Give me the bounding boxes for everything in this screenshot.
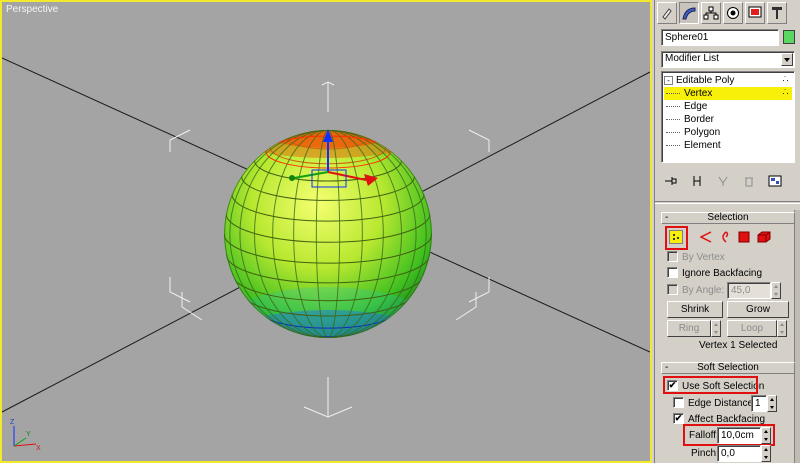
panel-scrollbar[interactable] <box>794 210 800 463</box>
edge-distance-checkbox[interactable] <box>673 396 684 408</box>
hierarchy-tab[interactable] <box>701 2 721 24</box>
stack-item-polygon[interactable]: Polygon <box>664 126 720 139</box>
pin-stack-icon[interactable] <box>663 174 679 188</box>
collapse-icon[interactable]: - <box>664 75 673 85</box>
utilities-icon <box>772 7 782 19</box>
app-window: Perspective Z X Y Sphere01 Modifier List… <box>0 0 800 463</box>
by-angle-checkbox[interactable] <box>667 283 678 295</box>
make-unique-icon[interactable] <box>715 174 731 188</box>
shrink-button[interactable]: Shrink <box>667 301 723 318</box>
edge-distance-spinner[interactable] <box>767 395 777 412</box>
pinch-label: Pinch: <box>691 448 719 459</box>
display-icon <box>748 6 762 18</box>
highlight-falloff <box>683 424 775 446</box>
object-color-swatch[interactable] <box>783 30 795 44</box>
loop-button[interactable]: Loop <box>727 320 777 337</box>
chevron-down-icon[interactable] <box>781 53 793 66</box>
separator <box>655 201 800 204</box>
object-name-field[interactable]: Sphere01 <box>661 29 779 46</box>
modifier-list-label: Modifier List <box>665 53 719 64</box>
stack-item-edge[interactable]: Edge <box>664 100 707 113</box>
stack-item-element[interactable]: Element <box>664 139 721 152</box>
border-mode-icon[interactable] <box>717 230 731 244</box>
by-vertex-row[interactable]: By Vertex <box>667 250 725 265</box>
display-tab[interactable] <box>745 2 765 24</box>
edge-distance-row[interactable]: Edge Distance: <box>673 396 756 411</box>
sub-object-dots-icon: ·˙· <box>782 88 789 98</box>
stack-toolbar <box>663 174 783 188</box>
modifier-stack[interactable]: - Editable Poly ·˙· Vertex ·˙· Edge Borde… <box>661 71 795 163</box>
edge-distance-input[interactable]: 1 <box>751 395 767 412</box>
stack-item-editable-poly[interactable]: - Editable Poly ·˙· <box>664 74 792 87</box>
remove-modifier-icon[interactable] <box>741 174 757 188</box>
viewport-label[interactable]: Perspective <box>6 4 58 15</box>
polygon-mode-icon[interactable] <box>737 230 751 244</box>
svg-text:Z: Z <box>10 419 15 426</box>
by-angle-input[interactable]: 45,0 <box>727 282 771 299</box>
stack-item-border[interactable]: Border <box>664 113 714 126</box>
by-vertex-checkbox[interactable] <box>667 250 678 262</box>
soft-selection-rollout-title[interactable]: - Soft Selection <box>661 362 795 374</box>
edge-mode-icon[interactable] <box>699 230 713 244</box>
ignore-backfacing-checkbox[interactable] <box>667 266 678 278</box>
by-angle-spinner[interactable] <box>771 282 781 299</box>
highlight-vertex-mode <box>665 226 688 250</box>
motion-tab[interactable] <box>723 2 743 24</box>
pinch-input[interactable]: 0,0 <box>717 445 761 462</box>
selection-rollout-title[interactable]: - Selection <box>661 212 795 224</box>
sub-object-dots-icon: ·˙· <box>782 75 789 85</box>
viewport-scene[interactable] <box>2 2 650 461</box>
configure-modifier-sets-icon[interactable] <box>767 174 783 188</box>
pinch-spinner[interactable] <box>761 445 771 462</box>
svg-text:X: X <box>36 445 41 452</box>
loop-spinner[interactable] <box>777 320 787 337</box>
stack-item-vertex[interactable]: Vertex ·˙· <box>664 87 792 100</box>
element-mode-icon[interactable] <box>757 230 771 244</box>
ring-button[interactable]: Ring <box>667 320 711 337</box>
modifier-list-dropdown[interactable]: Modifier List <box>661 51 795 68</box>
modify-tab[interactable] <box>679 2 699 24</box>
command-panel-tabs <box>657 2 787 24</box>
command-panel: Sphere01 Modifier List - Editable Poly ·˙… <box>654 0 800 463</box>
show-end-result-icon[interactable] <box>689 174 705 188</box>
create-icon <box>662 8 672 20</box>
ignore-backfacing-row[interactable]: Ignore Backfacing <box>667 266 762 281</box>
ring-spinner[interactable] <box>711 320 721 337</box>
hierarchy-icon <box>703 6 719 20</box>
by-angle-row[interactable]: By Angle: <box>667 283 724 298</box>
highlight-use-soft-selection <box>663 376 758 394</box>
svg-text:Y: Y <box>26 431 31 438</box>
motion-icon <box>727 7 739 19</box>
utilities-tab[interactable] <box>767 2 787 24</box>
affect-backfacing-checkbox[interactable]: ✔ <box>673 412 684 424</box>
world-axis-gizmo: Z X Y <box>10 419 41 452</box>
modify-icon <box>682 7 696 20</box>
perspective-viewport[interactable]: Perspective Z X Y <box>0 0 652 463</box>
create-tab[interactable] <box>657 2 677 24</box>
grow-button[interactable]: Grow <box>727 301 789 318</box>
selection-status: Vertex 1 Selected <box>699 340 778 351</box>
